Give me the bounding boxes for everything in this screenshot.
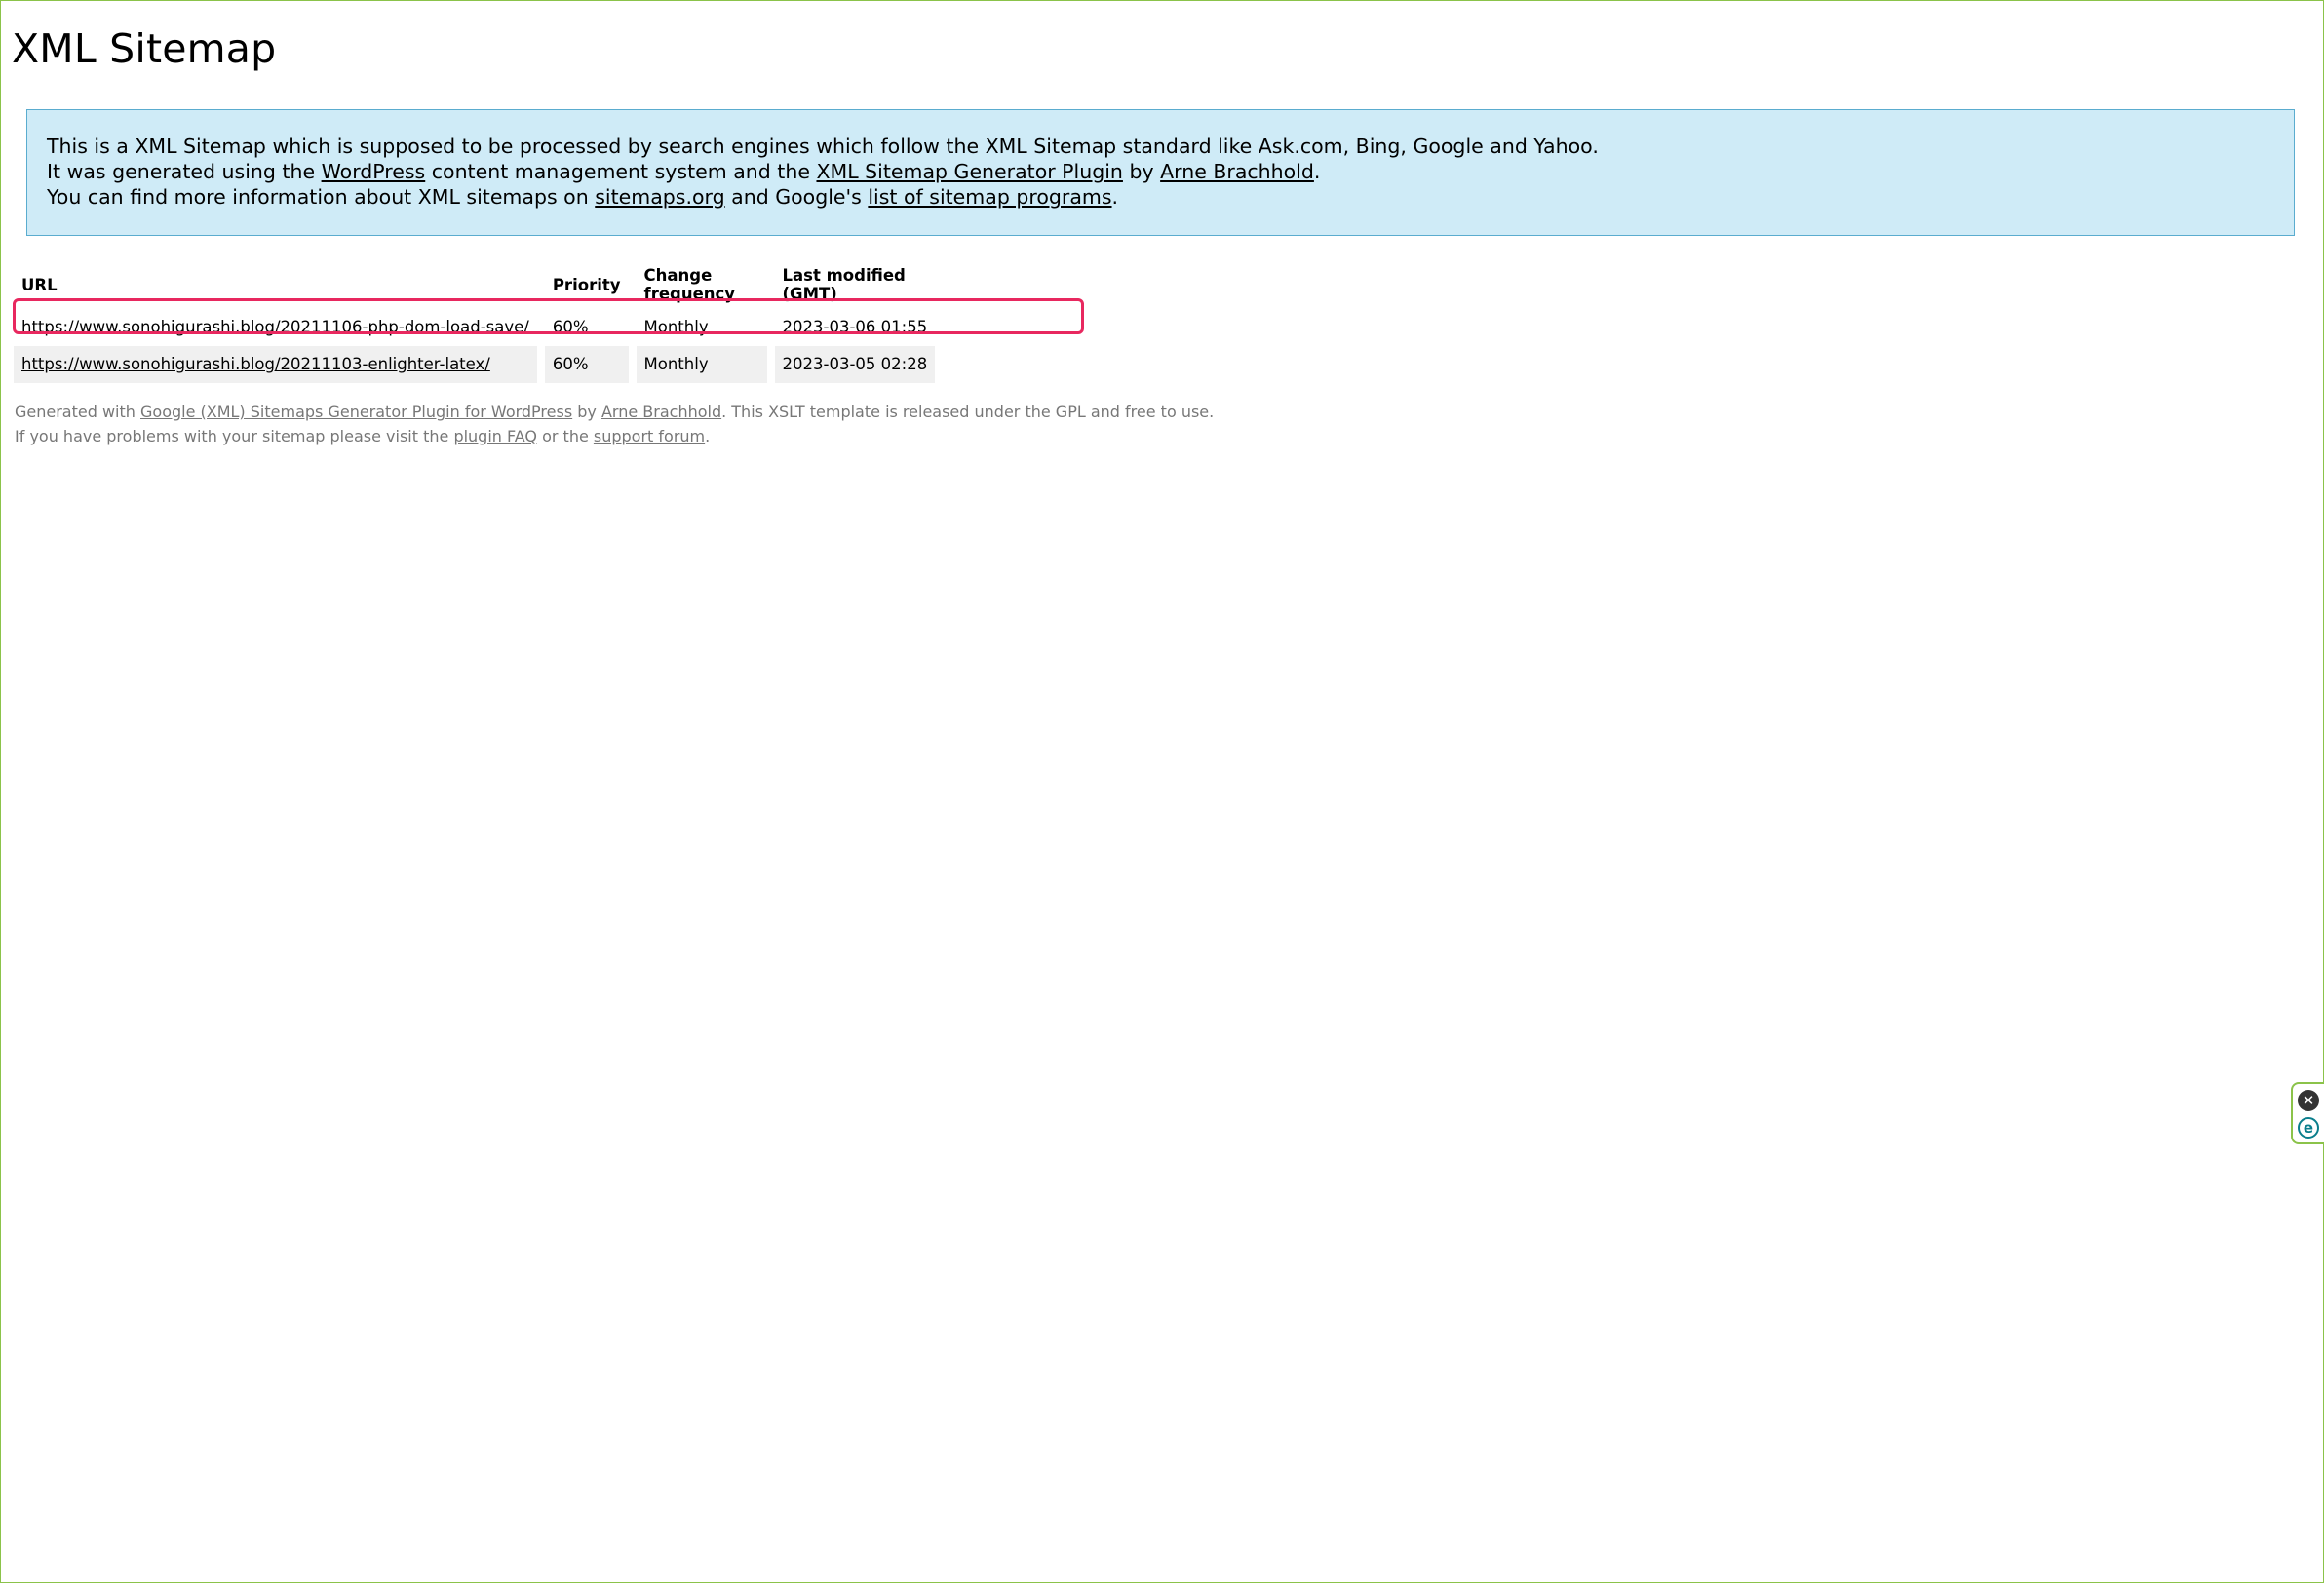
- sitemaps-org-link[interactable]: sitemaps.org: [595, 185, 724, 209]
- intro-line-2: It was generated using the WordPress con…: [47, 159, 2274, 184]
- footer-arne-brachhold-link[interactable]: Arne Brachhold: [601, 403, 721, 421]
- intro-line-1: This is a XML Sitemap which is supposed …: [47, 134, 2274, 159]
- change-frequency-cell: Monthly: [636, 346, 767, 383]
- footer-line-1: Generated with Google (XML) Sitemaps Gen…: [15, 400, 1214, 424]
- sitemaps-generator-plugin-link[interactable]: Google (XML) Sitemaps Generator Plugin f…: [140, 403, 572, 421]
- url-cell: https://www.sonohigurashi.blog/20211103-…: [14, 346, 537, 383]
- footer-text: Generated with: [15, 403, 140, 421]
- footer-text: or the: [537, 427, 594, 445]
- intro-text: .: [1313, 160, 1321, 183]
- footer-text: .: [705, 427, 711, 445]
- intro-text: This is a XML Sitemap which is supposed …: [47, 135, 1599, 158]
- page-title: XML Sitemap: [12, 25, 277, 72]
- side-widget: ✕ e: [2291, 1082, 2324, 1144]
- row-highlight-annotation: [13, 298, 1084, 334]
- intro-text: and Google's: [724, 185, 869, 209]
- close-icon[interactable]: ✕: [2298, 1090, 2319, 1111]
- table-row: https://www.sonohigurashi.blog/20211103-…: [14, 346, 936, 383]
- last-modified-cell: 2023-03-05 02:28: [774, 346, 936, 383]
- xml-sitemap-generator-plugin-link[interactable]: XML Sitemap Generator Plugin: [816, 160, 1122, 183]
- plugin-faq-link[interactable]: plugin FAQ: [453, 427, 537, 445]
- support-forum-link[interactable]: support forum: [594, 427, 705, 445]
- e-icon[interactable]: e: [2298, 1117, 2319, 1139]
- footer-text: by: [572, 403, 601, 421]
- url-link[interactable]: https://www.sonohigurashi.blog/20211103-…: [21, 355, 490, 373]
- footer: Generated with Google (XML) Sitemaps Gen…: [15, 400, 1214, 448]
- intro-line-3: You can find more information about XML …: [47, 184, 2274, 210]
- footer-text: . This XSLT template is released under t…: [721, 403, 1215, 421]
- intro-text: It was generated using the: [47, 160, 322, 183]
- list-of-sitemap-programs-link[interactable]: list of sitemap programs: [868, 185, 1111, 209]
- intro-box: This is a XML Sitemap which is supposed …: [26, 109, 2295, 236]
- wordpress-link[interactable]: WordPress: [322, 160, 426, 183]
- intro-text: by: [1122, 160, 1161, 183]
- priority-cell: 60%: [544, 346, 629, 383]
- footer-line-2: If you have problems with your sitemap p…: [15, 424, 1214, 448]
- intro-text: content management system and the: [425, 160, 817, 183]
- footer-text: If you have problems with your sitemap p…: [15, 427, 454, 445]
- arne-brachhold-link[interactable]: Arne Brachhold: [1160, 160, 1314, 183]
- window-frame: [0, 0, 2324, 1583]
- intro-text: You can find more information about XML …: [47, 185, 596, 209]
- intro-text: .: [1111, 185, 1119, 209]
